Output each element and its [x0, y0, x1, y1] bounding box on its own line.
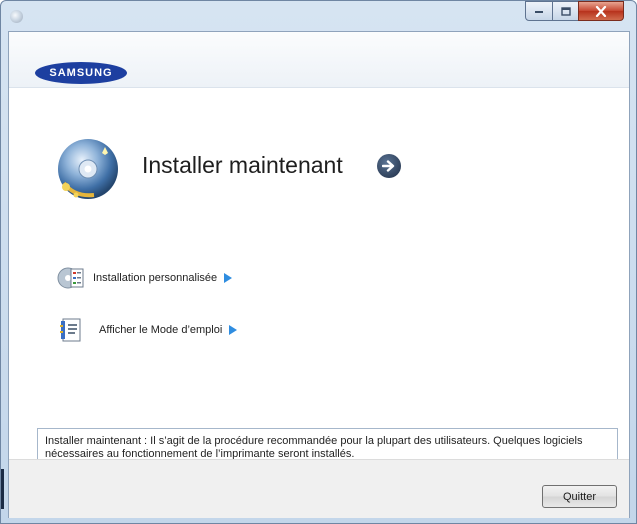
- samsung-logo: SAMSUNG: [35, 62, 127, 84]
- user-guide-label[interactable]: Afficher le Mode d’emploi: [99, 324, 222, 336]
- install-cd-icon: [58, 139, 118, 199]
- window-edge-mark: [1, 469, 4, 509]
- app-icon: [10, 10, 23, 23]
- title-bar[interactable]: [1, 1, 636, 31]
- window-client-area: SAMSUNG Installer maintenant Installatio…: [8, 31, 630, 518]
- maximize-button[interactable]: [552, 1, 579, 21]
- logo-text: SAMSUNG: [49, 67, 113, 79]
- arrow-right-circle-icon: [382, 160, 395, 172]
- maximize-icon: [560, 6, 571, 16]
- main-area: Installer maintenant Installation person…: [9, 88, 629, 504]
- minimize-icon: [535, 11, 543, 13]
- custom-install-icon: [57, 267, 84, 289]
- minimize-button[interactable]: [525, 1, 553, 21]
- user-guide-icon: [60, 318, 81, 342]
- quit-button[interactable]: Quitter: [542, 485, 617, 508]
- play-arrow-icon: [224, 273, 233, 283]
- close-button[interactable]: [578, 1, 624, 21]
- footer-bar: Quitter: [9, 459, 629, 518]
- custom-install-label[interactable]: Installation personnalisée: [93, 272, 217, 284]
- install-now-arrow-button[interactable]: [377, 154, 401, 178]
- close-icon: [595, 5, 607, 17]
- option-user-guide[interactable]: Afficher le Mode d’emploi: [57, 316, 238, 344]
- option-custom-install[interactable]: Installation personnalisée: [57, 264, 233, 292]
- installer-window: SAMSUNG Installer maintenant Installatio…: [0, 0, 637, 524]
- header-band: SAMSUNG: [9, 32, 629, 88]
- play-arrow-icon: [229, 325, 238, 335]
- install-now-title[interactable]: Installer maintenant: [142, 152, 343, 179]
